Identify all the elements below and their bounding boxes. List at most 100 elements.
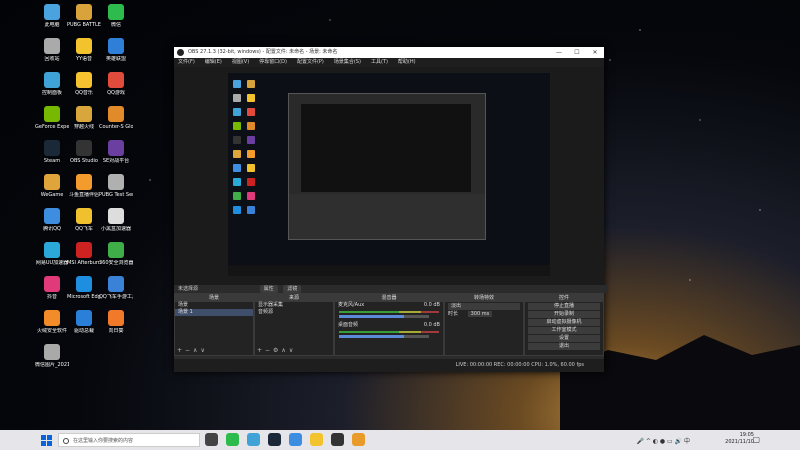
exit-button[interactable]: 退出 bbox=[528, 343, 600, 350]
transition-type-select[interactable]: 淡出 bbox=[448, 303, 520, 310]
desktop-icon[interactable]: Microsoft Edge bbox=[67, 276, 101, 300]
desktop-icon[interactable]: 微信 bbox=[99, 4, 133, 28]
desktop-icon-label: 穿越火线 bbox=[73, 124, 94, 130]
app-icon bbox=[108, 242, 124, 258]
desktop-icon[interactable]: QQ飞车手游工具 bbox=[99, 276, 133, 300]
desktop-icon[interactable]: QQ音乐 bbox=[67, 72, 101, 96]
scenes-dock-title: 场景 bbox=[175, 294, 253, 302]
clock[interactable]: 19:05 2021/11/10 bbox=[704, 432, 754, 446]
desktop-icon[interactable]: 斗鱼直播伴侣 bbox=[67, 174, 101, 198]
desktop-icon[interactable]: WeGame bbox=[35, 174, 69, 198]
desktop-icon-label: QQ音乐 bbox=[75, 90, 93, 96]
task-view-taskbar-icon[interactable] bbox=[205, 433, 218, 446]
menu-docks[interactable]: 停靠窗口(D) bbox=[259, 58, 287, 67]
scene-item[interactable]: 场景 1 bbox=[175, 309, 253, 316]
desktop-icon[interactable]: Counter-S Global Off... bbox=[99, 106, 133, 130]
scene-item[interactable]: 场景 bbox=[175, 302, 253, 309]
desktop-icon[interactable]: 微信图片_2021110... bbox=[35, 344, 69, 368]
desktop-icon[interactable]: PUBG BATTLEGR... bbox=[67, 4, 101, 28]
menu-edit[interactable]: 编辑(E) bbox=[205, 58, 222, 67]
obs-window[interactable]: OBS 27.1.3 (32-bit, windows) - 配置文件: 未命名… bbox=[174, 47, 608, 372]
menu-tools[interactable]: 工具(T) bbox=[371, 58, 388, 67]
desktop-icon[interactable]: 回收站 bbox=[35, 38, 69, 62]
menu-view[interactable]: 视图(V) bbox=[232, 58, 249, 67]
menu-file[interactable]: 文件(F) bbox=[178, 58, 195, 67]
desktop-icon[interactable]: QQ飞车 bbox=[67, 208, 101, 232]
minimize-button[interactable]: — bbox=[550, 47, 568, 58]
menu-profile[interactable]: 配置文件(P) bbox=[297, 58, 324, 67]
start-virtual-camera-button[interactable]: 启动虚拟摄像机 bbox=[528, 319, 600, 326]
desktop-icon[interactable]: 向日葵 bbox=[99, 310, 133, 334]
source-item[interactable]: 显示器采集 bbox=[255, 302, 333, 309]
scene-controls[interactable]: +−∧∨ bbox=[177, 347, 208, 354]
steam-taskbar-icon[interactable] bbox=[268, 433, 281, 446]
desktop-icon[interactable]: 驱动总裁 bbox=[67, 310, 101, 334]
desktop-icon[interactable]: 控制面板 bbox=[35, 72, 69, 96]
menu-scene-collection[interactable]: 场景集合(S) bbox=[334, 58, 361, 67]
duration-row: 时长 300 ms bbox=[445, 311, 523, 318]
desktop-icon[interactable]: PUBG Test Server bbox=[99, 174, 133, 198]
desktop-icon[interactable]: 小黑盒加速器 bbox=[99, 208, 133, 232]
yy-taskbar-icon[interactable] bbox=[310, 433, 323, 446]
duration-input[interactable]: 300 ms bbox=[467, 311, 493, 317]
search-box[interactable]: 在这里输入你要搜索的内容 bbox=[58, 433, 200, 447]
desktop-icon-label: PUBG Test Server bbox=[99, 192, 133, 198]
volume-meter bbox=[339, 311, 439, 313]
controls-dock-title: 控件 bbox=[525, 294, 603, 302]
desktop-icon[interactable]: SE对战平台 bbox=[99, 140, 133, 164]
transitions-dock: 转场特效 淡出 时长 300 ms bbox=[444, 293, 524, 356]
desktop-icon[interactable]: 网易UU加速器 bbox=[35, 242, 69, 266]
files-taskbar-icon[interactable] bbox=[352, 433, 365, 446]
app-icon bbox=[108, 174, 124, 190]
browser-taskbar-icon[interactable] bbox=[247, 433, 260, 446]
studio-mode-button[interactable]: 工作室模式 bbox=[528, 327, 600, 334]
desktop-icon[interactable]: 360安全浏览器 bbox=[99, 242, 133, 266]
properties-button[interactable]: 属性 bbox=[259, 285, 278, 293]
volume-meter bbox=[339, 331, 439, 333]
obs-taskbar-icon[interactable] bbox=[331, 433, 344, 446]
clock-time: 19:05 bbox=[739, 432, 754, 438]
source-toolbar: 未选择源 属性 滤镜 bbox=[174, 285, 608, 293]
windows-start-icon[interactable] bbox=[40, 434, 52, 446]
desktop-icon-label: 斗鱼直播伴侣 bbox=[68, 192, 99, 198]
notification-icon[interactable]: ▢ bbox=[752, 435, 760, 444]
desktop-icon[interactable]: 穿越火线 bbox=[67, 106, 101, 130]
desktop-icon[interactable]: 火绒安全软件 bbox=[35, 310, 69, 334]
qq-taskbar-icon[interactable] bbox=[289, 433, 302, 446]
audio-mixer-dock: 混音器 麦克风/Aux 0.0 dB 桌面音频 0.0 dB bbox=[334, 293, 444, 356]
desktop-icon[interactable]: OBS Studio bbox=[67, 140, 101, 164]
app-icon bbox=[108, 208, 124, 224]
stop-streaming-button[interactable]: 停止直播 bbox=[528, 303, 600, 310]
desktop-icon[interactable]: Steam bbox=[35, 140, 69, 164]
start-recording-button[interactable]: 开始录制 bbox=[528, 311, 600, 318]
menu-help[interactable]: 帮助(H) bbox=[398, 58, 416, 67]
source-controls[interactable]: +−⚙∧∨ bbox=[257, 347, 296, 354]
volume-slider[interactable] bbox=[339, 335, 429, 338]
obs-logo-icon bbox=[177, 49, 184, 56]
desktop-icon[interactable]: YY语音 bbox=[67, 38, 101, 62]
source-item[interactable]: 音频源 bbox=[255, 309, 333, 316]
settings-button[interactable]: 设置 bbox=[528, 335, 600, 342]
search-icon bbox=[63, 438, 69, 444]
desktop-icon[interactable]: GeForce Experience bbox=[35, 106, 69, 130]
desktop-icon-label: 火绒安全软件 bbox=[36, 328, 67, 334]
desktop-icon-label: QQ游戏 bbox=[107, 90, 125, 96]
desktop-icon[interactable]: 抖音 bbox=[35, 276, 69, 300]
filters-button[interactable]: 滤镜 bbox=[283, 285, 302, 293]
desktop-icon[interactable]: QQ游戏 bbox=[99, 72, 133, 96]
desktop-icon[interactable]: MSI Afterburner bbox=[67, 242, 101, 266]
wechat-taskbar-icon[interactable] bbox=[226, 433, 239, 446]
close-button[interactable]: ✕ bbox=[586, 47, 604, 58]
desktop-icon[interactable]: 腾讯QQ bbox=[35, 208, 69, 232]
maximize-button[interactable]: ☐ bbox=[568, 47, 586, 58]
sources-dock-title: 来源 bbox=[255, 294, 333, 302]
preview-area[interactable] bbox=[174, 67, 604, 285]
desktop-icon[interactable]: 英雄联盟 bbox=[99, 38, 133, 62]
desktop-icon[interactable]: 此电脑 bbox=[35, 4, 69, 28]
title-bar[interactable]: OBS 27.1.3 (32-bit, windows) - 配置文件: 未命名… bbox=[174, 47, 604, 58]
volume-slider[interactable] bbox=[339, 315, 429, 318]
no-source-selected-label: 未选择源 bbox=[178, 286, 199, 292]
app-icon bbox=[44, 174, 60, 190]
app-icon bbox=[44, 72, 60, 88]
system-tray-icons[interactable]: 🎤 ^ ◐ ● ▭ 🔊 中 bbox=[636, 436, 690, 445]
